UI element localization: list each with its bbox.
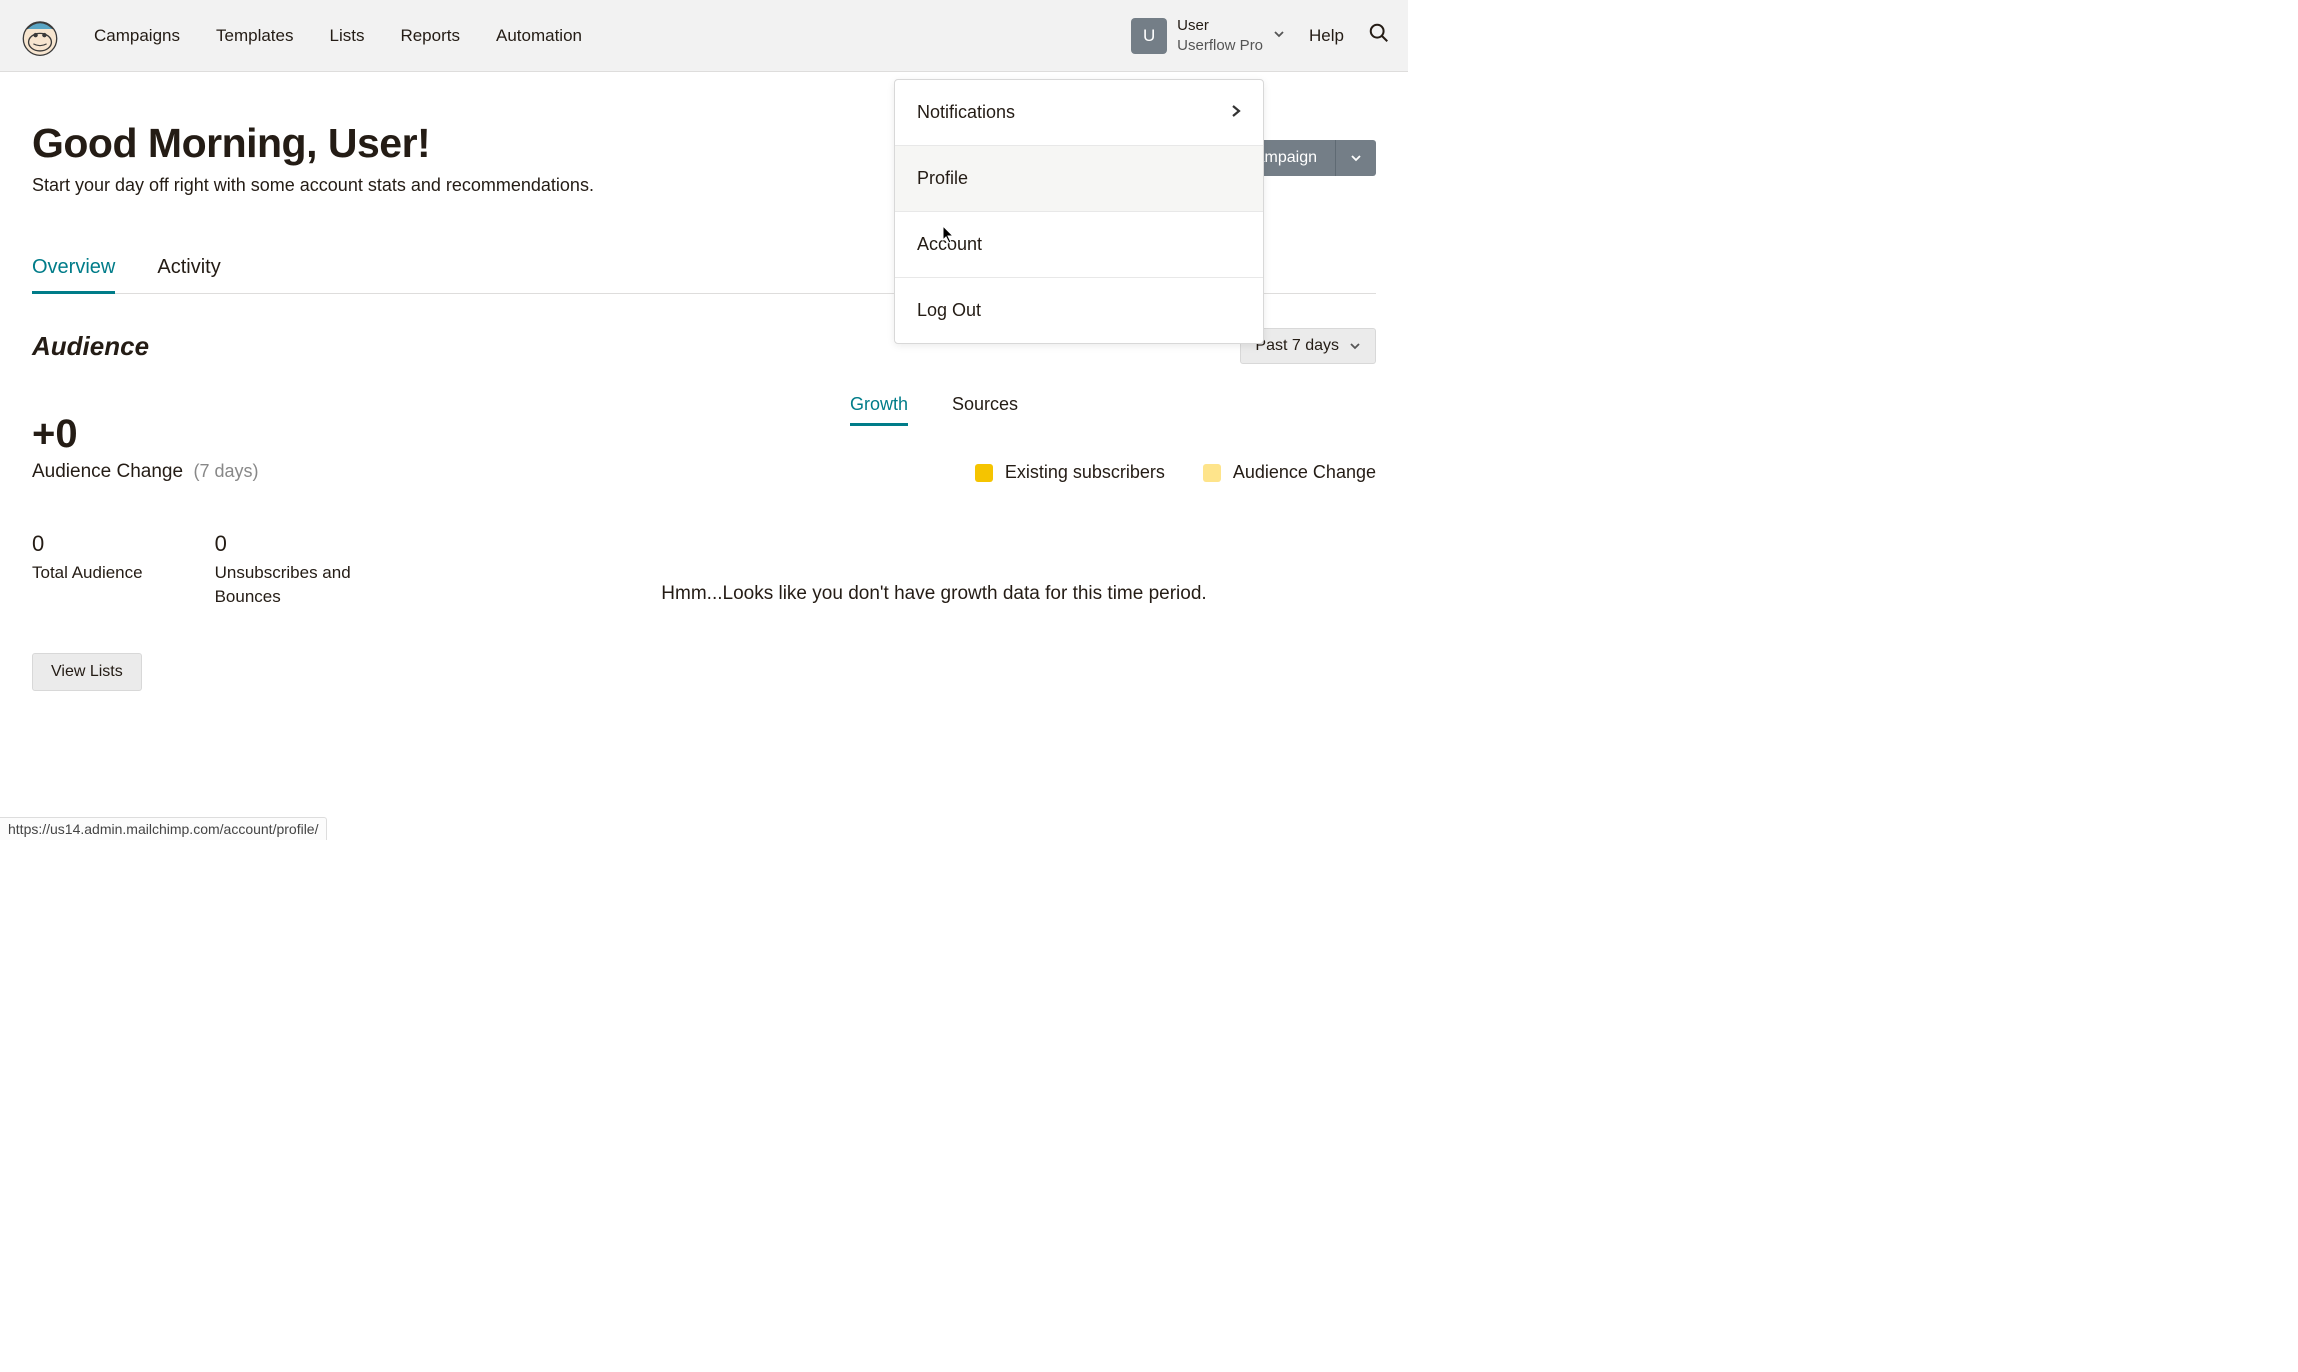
legend-audience-change: Audience Change bbox=[1203, 462, 1376, 483]
main-nav: Campaigns Templates Lists Reports Automa… bbox=[94, 26, 582, 46]
mini-stats: 0 Total Audience 0 Unsubscribes and Boun… bbox=[32, 531, 432, 609]
chevron-down-icon bbox=[1349, 340, 1361, 352]
user-text: User Userflow Pro bbox=[1177, 16, 1263, 55]
nav-reports[interactable]: Reports bbox=[400, 26, 460, 46]
header-right: U User Userflow Pro Help bbox=[1131, 16, 1390, 55]
chart-tab-growth[interactable]: Growth bbox=[850, 394, 908, 426]
dropdown-account-label: Account bbox=[917, 234, 982, 255]
total-audience-stat: 0 Total Audience bbox=[32, 531, 143, 609]
stats-left-panel: +0 Audience Change (7 days) 0 Total Audi… bbox=[32, 412, 432, 691]
chevron-right-icon bbox=[1231, 102, 1241, 123]
legend-existing-label: Existing subscribers bbox=[1005, 462, 1165, 483]
timerange-label: Past 7 days bbox=[1255, 337, 1339, 355]
stats-row: +0 Audience Change (7 days) 0 Total Audi… bbox=[32, 412, 1376, 691]
brand-logo[interactable] bbox=[18, 14, 62, 58]
dropdown-account[interactable]: Account bbox=[895, 212, 1263, 278]
legend-swatch-change bbox=[1203, 464, 1221, 482]
nav-automation[interactable]: Automation bbox=[496, 26, 582, 46]
legend-swatch-existing bbox=[975, 464, 993, 482]
view-lists-button[interactable]: View Lists bbox=[32, 653, 142, 691]
unsubscribes-label: Unsubscribes and Bounces bbox=[215, 561, 370, 609]
tab-activity[interactable]: Activity bbox=[157, 256, 220, 294]
dropdown-logout-label: Log Out bbox=[917, 300, 981, 321]
total-audience-label: Total Audience bbox=[32, 561, 143, 585]
unsubscribes-stat: 0 Unsubscribes and Bounces bbox=[215, 531, 370, 609]
dropdown-profile[interactable]: Profile bbox=[895, 146, 1263, 212]
top-header: Campaigns Templates Lists Reports Automa… bbox=[0, 0, 1408, 72]
legend-change-label: Audience Change bbox=[1233, 462, 1376, 483]
chevron-down-icon bbox=[1350, 152, 1362, 164]
search-icon[interactable] bbox=[1368, 22, 1390, 49]
audience-change-value: +0 bbox=[32, 412, 432, 457]
total-audience-value: 0 bbox=[32, 531, 143, 557]
tab-overview[interactable]: Overview bbox=[32, 256, 115, 294]
chart-legend: Existing subscribers Audience Change bbox=[492, 462, 1376, 483]
dropdown-notifications-label: Notifications bbox=[917, 102, 1015, 123]
user-menu-trigger[interactable]: U User Userflow Pro bbox=[1131, 16, 1285, 55]
audience-change-label: Audience Change bbox=[32, 461, 183, 482]
create-campaign-dropdown-button[interactable] bbox=[1335, 140, 1376, 176]
chart-tabs: Growth Sources bbox=[492, 394, 1376, 426]
dropdown-logout[interactable]: Log Out bbox=[895, 278, 1263, 343]
nav-campaigns[interactable]: Campaigns bbox=[94, 26, 180, 46]
dropdown-notifications[interactable]: Notifications bbox=[895, 80, 1263, 146]
audience-title: Audience bbox=[32, 331, 149, 362]
dropdown-profile-label: Profile bbox=[917, 168, 968, 189]
user-org-label: Userflow Pro bbox=[1177, 36, 1263, 56]
user-avatar-badge: U bbox=[1131, 18, 1167, 54]
chart-empty-message: Hmm...Looks like you don't have growth d… bbox=[492, 583, 1376, 605]
legend-existing-subscribers: Existing subscribers bbox=[975, 462, 1165, 483]
chart-area: Growth Sources Existing subscribers Audi… bbox=[492, 412, 1376, 691]
chevron-down-icon bbox=[1273, 28, 1285, 43]
user-name-label: User bbox=[1177, 16, 1263, 36]
user-dropdown-menu: Notifications Profile Account Log Out bbox=[894, 79, 1264, 344]
chart-tab-sources[interactable]: Sources bbox=[952, 394, 1018, 426]
nav-templates[interactable]: Templates bbox=[216, 26, 293, 46]
help-link[interactable]: Help bbox=[1309, 26, 1344, 46]
nav-lists[interactable]: Lists bbox=[329, 26, 364, 46]
unsubscribes-value: 0 bbox=[215, 531, 370, 557]
browser-status-bar: https://us14.admin.mailchimp.com/account… bbox=[0, 817, 327, 840]
audience-change-period: (7 days) bbox=[194, 461, 259, 481]
